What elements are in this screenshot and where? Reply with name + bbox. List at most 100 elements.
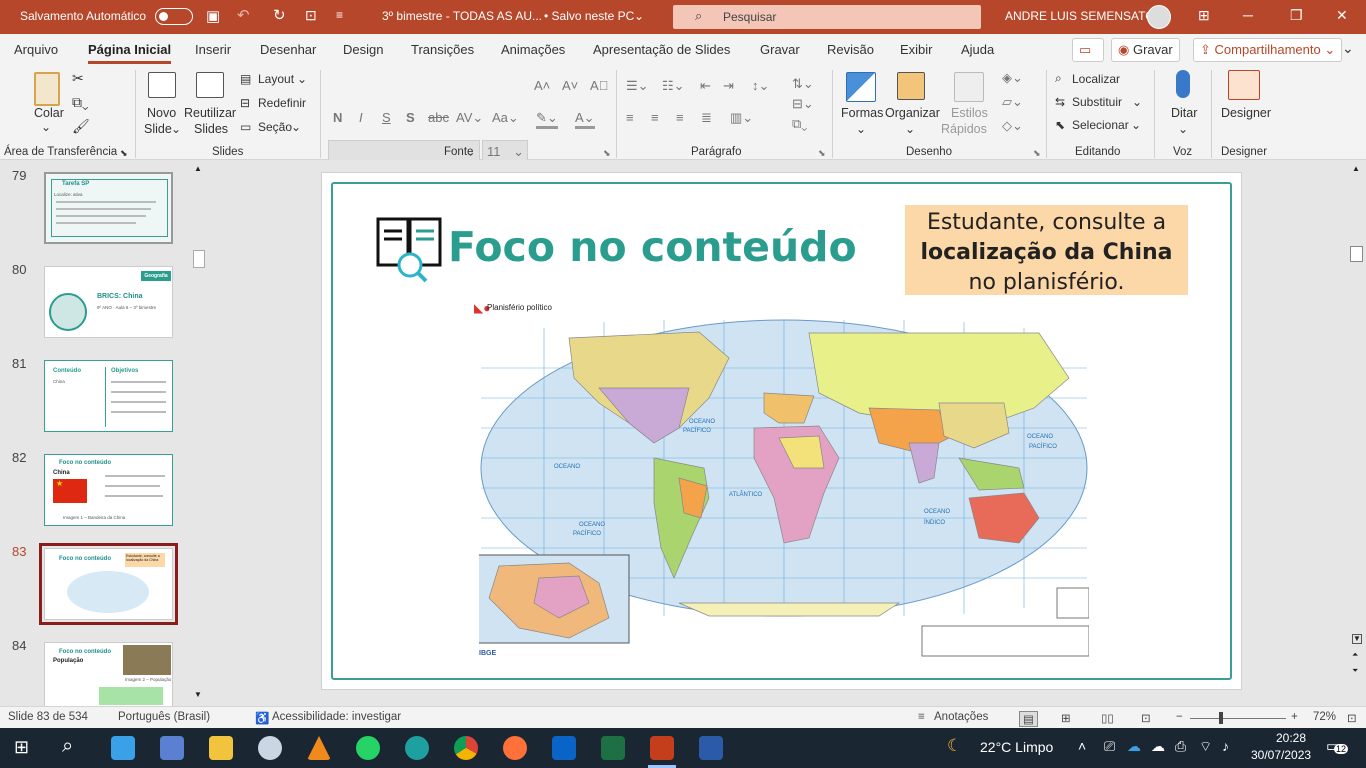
clock-time[interactable]: 20:28 bbox=[1276, 731, 1306, 745]
share-button[interactable]: ⇪ Compartilhamento ⌄ bbox=[1193, 38, 1343, 62]
undo-icon[interactable]: ↶ bbox=[237, 6, 250, 24]
volume-icon[interactable]: ♪ bbox=[1222, 738, 1229, 754]
notes-button[interactable]: Anotações bbox=[934, 711, 988, 723]
paragraph-launcher-icon[interactable]: ⬊ bbox=[818, 148, 826, 159]
layout-button[interactable]: Layout bbox=[258, 72, 294, 86]
minimize-icon[interactable]: ─ bbox=[1243, 7, 1253, 23]
microphone-icon[interactable] bbox=[1176, 70, 1190, 98]
clear-format-icon[interactable]: A⃠ bbox=[590, 78, 608, 93]
onedrive-personal-icon[interactable]: ☁ bbox=[1151, 738, 1165, 755]
save-status[interactable]: • Salvo neste PC bbox=[544, 9, 634, 23]
font-size-select[interactable]: 11 ⌄ bbox=[482, 140, 528, 162]
chevron-down-icon[interactable]: ⌄ bbox=[1131, 118, 1141, 132]
excel-icon[interactable] bbox=[601, 736, 625, 760]
chevron-down-icon[interactable]: ⌄ bbox=[41, 120, 51, 134]
whatsapp-icon[interactable] bbox=[356, 736, 380, 760]
highlight-icon[interactable]: ✎⌄ bbox=[536, 110, 558, 129]
text-direction-icon[interactable]: ⇅⌄ bbox=[792, 76, 814, 92]
shadow-icon[interactable]: S bbox=[406, 110, 415, 125]
arrange-icon[interactable] bbox=[897, 72, 925, 100]
word-icon[interactable] bbox=[699, 736, 723, 760]
zoom-slider[interactable] bbox=[1190, 718, 1286, 719]
quick-styles-label-2[interactable]: Rápidos bbox=[941, 122, 987, 136]
strikethrough-icon[interactable]: abc bbox=[428, 110, 449, 125]
redo-icon[interactable]: ↻ bbox=[273, 6, 286, 24]
avatar[interactable] bbox=[1147, 5, 1171, 29]
decrease-font-icon[interactable]: A˅ bbox=[562, 78, 578, 93]
vlc-icon[interactable] bbox=[307, 736, 331, 760]
dictate-label[interactable]: Ditar bbox=[1171, 106, 1197, 120]
increase-indent-icon[interactable]: ⇥ bbox=[723, 78, 734, 94]
slide-title[interactable]: Foco no conteúdo bbox=[448, 223, 857, 271]
align-text-icon[interactable]: ⊟⌄ bbox=[792, 96, 814, 112]
scroll-thumb[interactable] bbox=[1350, 246, 1363, 262]
ribbon-display-icon[interactable]: ⊞ bbox=[1198, 7, 1210, 24]
replace-button[interactable]: Substituir bbox=[1072, 95, 1122, 109]
next-slide-icon[interactable]: ⏷ bbox=[1352, 666, 1358, 676]
scroll-up-icon[interactable]: ▲ bbox=[1352, 164, 1360, 173]
chevron-down-icon[interactable]: ⌄ bbox=[856, 122, 866, 136]
tab-ajuda[interactable]: Ajuda bbox=[961, 42, 994, 57]
tab-desenhar[interactable]: Desenhar bbox=[260, 42, 316, 57]
align-right-icon[interactable]: ≡ bbox=[676, 110, 684, 125]
edge-icon[interactable] bbox=[405, 736, 429, 760]
document-title[interactable]: 3º bimestre - TODAS AS AU... bbox=[382, 9, 542, 23]
accessibility-icon[interactable]: ♿ bbox=[255, 711, 269, 725]
designer-icon[interactable] bbox=[1228, 70, 1260, 100]
reset-button[interactable]: Redefinir bbox=[258, 96, 306, 110]
customize-toolbar-icon[interactable]: ≡ bbox=[336, 8, 343, 22]
zoom-out-icon[interactable]: − bbox=[1176, 711, 1183, 723]
comments-button[interactable]: ▭ bbox=[1072, 38, 1104, 62]
format-painter-icon[interactable]: 🖌 bbox=[72, 118, 90, 135]
line-spacing-icon[interactable]: ↕⌄ bbox=[752, 78, 769, 94]
paste-icon[interactable] bbox=[34, 72, 60, 106]
tab-exibir[interactable]: Exibir bbox=[900, 42, 933, 57]
user-name[interactable]: ANDRE LUIS SEMENSATO bbox=[1005, 9, 1155, 23]
new-slide-icon[interactable] bbox=[148, 72, 176, 98]
reading-view-icon[interactable]: ▯▯ bbox=[1101, 711, 1114, 725]
tab-inserir[interactable]: Inserir bbox=[195, 42, 231, 57]
scroll-down-icon[interactable]: ▼ bbox=[194, 690, 202, 699]
underline-icon[interactable]: S bbox=[382, 110, 391, 125]
quick-styles-icon[interactable] bbox=[954, 72, 984, 102]
replace-icon[interactable]: ⇆ bbox=[1055, 95, 1065, 109]
tab-design[interactable]: Design bbox=[343, 42, 383, 57]
scroll-thumb[interactable] bbox=[193, 250, 205, 268]
widgets-icon[interactable] bbox=[111, 736, 135, 760]
wifi-icon[interactable]: ⌔ bbox=[1199, 738, 1212, 756]
scroll-down-icon[interactable]: ▼ bbox=[1352, 634, 1362, 644]
record-button[interactable]: ◉ Gravar bbox=[1111, 38, 1180, 62]
chevron-down-icon[interactable]: ⌄ bbox=[291, 120, 301, 134]
world-map[interactable]: OCEANO PACÍFICO OCEANO ATLÂNTICO OCEANO … bbox=[479, 318, 1089, 658]
increase-font-icon[interactable]: A˄ bbox=[534, 78, 550, 93]
section-button[interactable]: Seção bbox=[258, 120, 292, 134]
tab-arquivo[interactable]: Arquivo bbox=[14, 42, 58, 57]
zoom-slider-thumb[interactable] bbox=[1219, 712, 1223, 724]
spacing-icon[interactable]: AV⌄ bbox=[456, 110, 483, 126]
copy-icon[interactable]: ⧉⌄ bbox=[72, 94, 89, 111]
search-box[interactable]: ⌕ Pesquisar bbox=[673, 5, 981, 29]
reuse-slides-label-2[interactable]: Slides bbox=[194, 122, 228, 136]
chevron-down-icon[interactable]: ⌄ bbox=[297, 72, 307, 86]
chevron-down-icon[interactable]: ⌄ bbox=[171, 122, 181, 136]
restore-icon[interactable]: ❐ bbox=[1290, 7, 1303, 24]
instruction-box[interactable]: Estudante, consulte a localização da Chi… bbox=[905, 205, 1188, 295]
chevron-up-icon[interactable]: ˄ bbox=[1078, 738, 1086, 754]
windows-start-icon[interactable]: ⊞ bbox=[14, 737, 29, 758]
slide-scrollbar[interactable]: ▲ ▼ ⏶ ⏷ bbox=[1348, 160, 1366, 706]
reuse-slides-label-1[interactable]: Reutilizar bbox=[184, 106, 236, 120]
select-button[interactable]: Selecionar bbox=[1072, 118, 1129, 132]
shapes-icon[interactable] bbox=[846, 72, 876, 102]
slide-thumbnail-81[interactable]: Conteúdo Objetivos China bbox=[44, 360, 173, 432]
cut-icon[interactable]: ✂ bbox=[72, 70, 84, 87]
slide-thumbnail-82[interactable]: Foco no conteúdo China ★ Imagem 1 – Band… bbox=[44, 454, 173, 526]
shape-effects-icon[interactable]: ◇⌄ bbox=[1002, 118, 1023, 134]
shape-outline-icon[interactable]: ▱⌄ bbox=[1002, 94, 1023, 110]
tab-transicoes[interactable]: Transições bbox=[411, 42, 474, 57]
outlook-icon[interactable] bbox=[552, 736, 576, 760]
tab-revisao[interactable]: Revisão bbox=[827, 42, 874, 57]
chevron-down-icon[interactable]: ⌄ bbox=[1178, 122, 1188, 136]
firefox-icon[interactable] bbox=[503, 736, 527, 760]
onedrive-icon[interactable]: ☁ bbox=[1127, 738, 1141, 755]
notes-icon[interactable]: ≡ bbox=[918, 711, 925, 723]
